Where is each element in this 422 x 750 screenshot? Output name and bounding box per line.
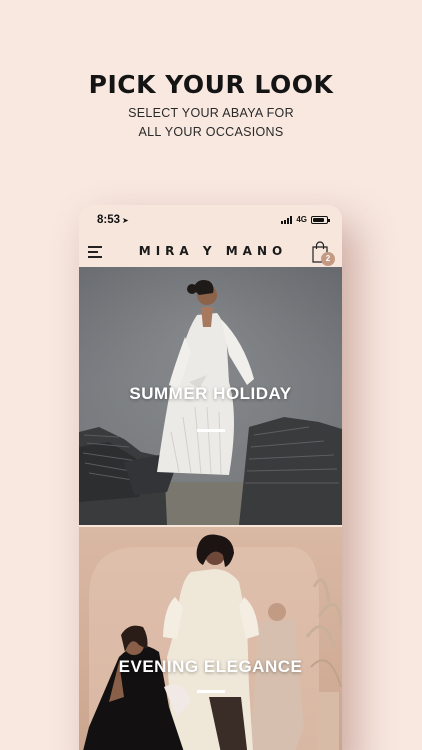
location-arrow-icon: ➤ [122,216,129,225]
status-indicators: 4G [281,215,330,224]
promo-subtitle-line-2: ALL YOUR OCCASIONS [138,125,284,139]
cart-count-badge: 2 [321,252,335,266]
banner-summer-holiday[interactable]: SUMMER HOLIDAY [79,267,342,525]
promo-header: PICK YOUR LOOK SELECT YOUR ABAYA FOR ALL… [0,70,422,142]
signal-strength-icon [281,215,293,224]
phone-screen: 8:53 ➤ 4G MIRA Y MANO 2 SUMMER HOLIDAY E… [79,205,342,750]
network-type: 4G [296,215,307,224]
battery-icon [311,215,330,224]
app-header: MIRA Y MANO 2 [79,237,342,267]
evening-elegance-photo [83,534,342,750]
banner-title: EVENING ELEGANCE [118,657,303,676]
banner-title: SUMMER HOLIDAY [129,384,292,403]
banner-underline [197,690,225,693]
promo-subtitle: SELECT YOUR ABAYA FOR ALL YOUR OCCASIONS [0,104,422,142]
status-bar: 8:53 ➤ 4G [79,205,342,237]
promo-subtitle-line-1: SELECT YOUR ABAYA FOR [128,106,294,120]
status-time: 8:53 ➤ [97,214,129,226]
promo-title: PICK YOUR LOOK [88,70,334,99]
cart-button[interactable]: 2 [309,240,335,266]
brand-logo: MIRA Y MANO [138,244,288,258]
banner-evening-elegance[interactable]: EVENING ELEGANCE [79,527,342,750]
banner-underline [197,429,225,432]
